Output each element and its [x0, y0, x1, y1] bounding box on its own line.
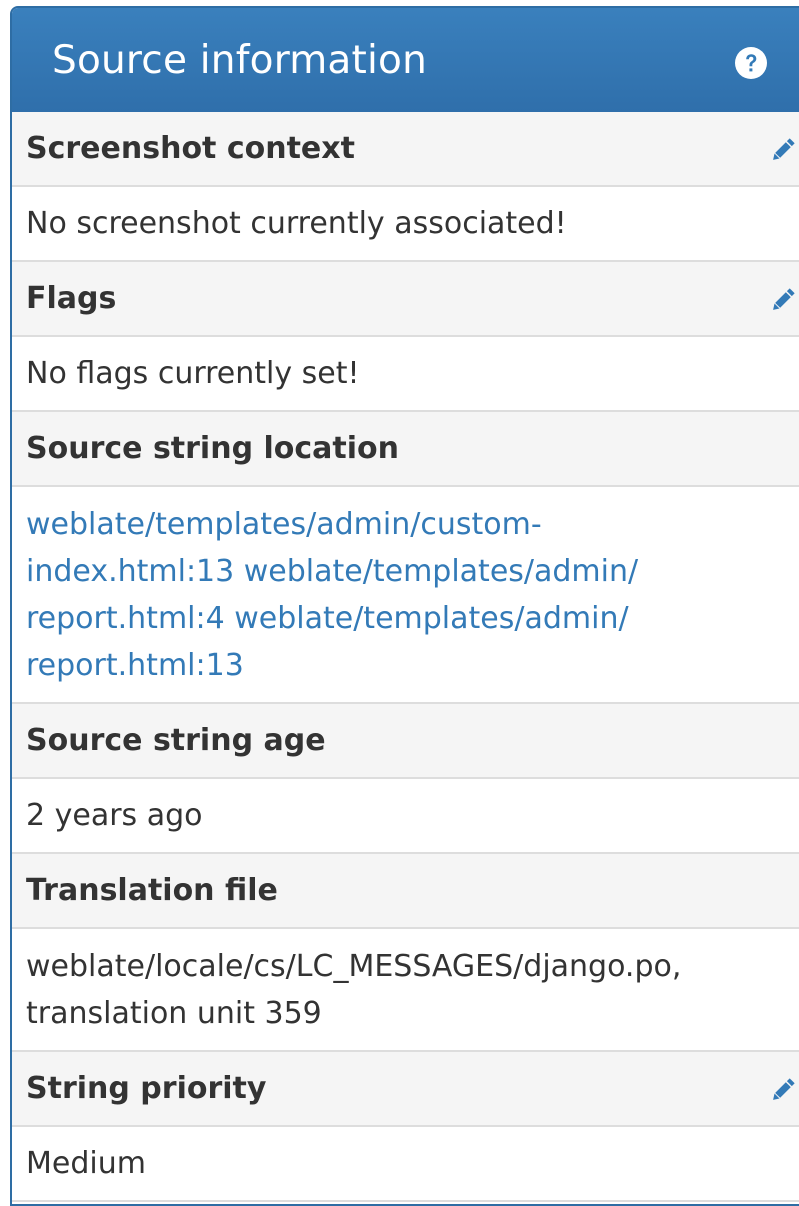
- source-location-link[interactable]: report.html:13: [26, 642, 778, 689]
- panel-heading: Source information: [12, 8, 799, 112]
- screenshot-context-value-row: No screenshot currently associated!: [12, 187, 799, 262]
- string-priority-value: Medium: [26, 1146, 146, 1181]
- source-string-location-header: Source string location: [12, 412, 799, 487]
- flags-value: No flags currently set!: [26, 356, 360, 391]
- source-string-age-value-row: 2 years ago: [12, 779, 799, 854]
- translation-file-label: Translation file: [26, 873, 278, 908]
- translation-unit: translation unit 359: [26, 996, 322, 1031]
- source-string-age-label: Source string age: [26, 723, 326, 758]
- screenshot-context-header: Screenshot context: [12, 112, 799, 187]
- string-priority-label: String priority: [26, 1071, 267, 1106]
- pencil-icon[interactable]: [767, 1074, 799, 1106]
- screenshot-context-label: Screenshot context: [26, 131, 355, 166]
- panel-title: Source information: [52, 37, 428, 83]
- translation-file-path: weblate/locale/cs/LC_MESSAGES/django.po,: [26, 949, 682, 984]
- flags-header: Flags: [12, 262, 799, 337]
- source-location-link[interactable]: report.html:4 weblate/templates/admin/: [26, 595, 778, 642]
- pencil-icon[interactable]: [767, 284, 799, 316]
- source-string-age-header: Source string age: [12, 704, 799, 779]
- pencil-icon[interactable]: [767, 134, 799, 166]
- string-priority-header: String priority: [12, 1052, 799, 1127]
- flags-label: Flags: [26, 281, 117, 316]
- source-string-age-value: 2 years ago: [26, 798, 203, 833]
- question-circle-icon[interactable]: [734, 46, 768, 80]
- source-information-panel: Source information Screenshot context No…: [10, 6, 799, 1206]
- source-location-link[interactable]: weblate/templates/admin/custom-: [26, 501, 778, 548]
- source-string-location-value-row: weblate/templates/admin/custom- index.ht…: [12, 487, 799, 704]
- screenshot-context-value: No screenshot currently associated!: [26, 206, 567, 241]
- translation-file-header: Translation file: [12, 854, 799, 929]
- flags-value-row: No flags currently set!: [12, 337, 799, 412]
- source-location-link[interactable]: index.html:13 weblate/templates/admin/: [26, 548, 778, 595]
- string-priority-value-row: Medium: [12, 1127, 799, 1202]
- translation-file-value-row: weblate/locale/cs/LC_MESSAGES/django.po,…: [12, 929, 799, 1052]
- source-string-location-label: Source string location: [26, 431, 400, 466]
